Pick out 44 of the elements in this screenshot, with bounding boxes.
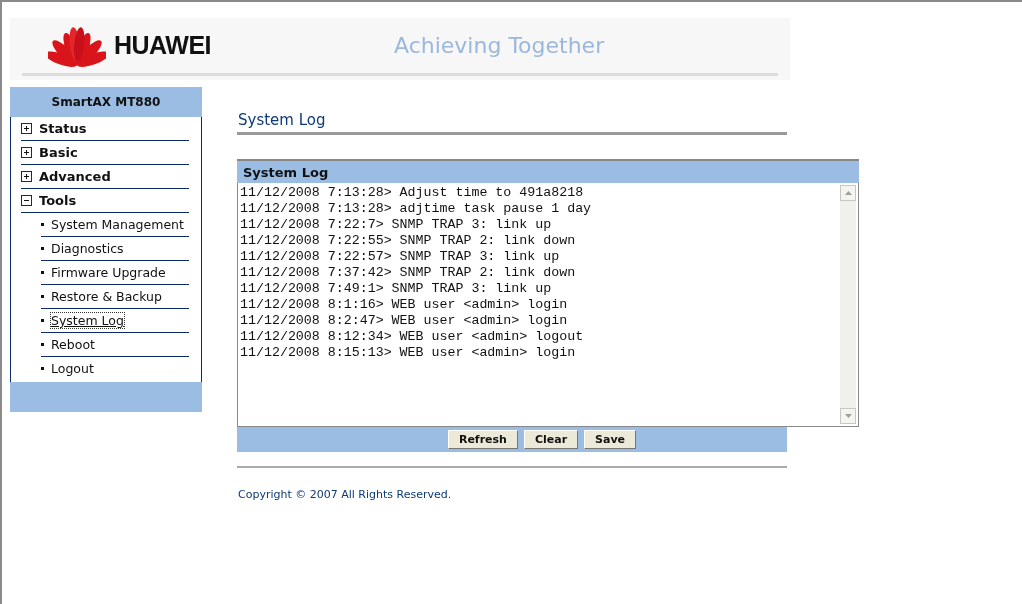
bullet-icon bbox=[41, 343, 44, 346]
nav-group[interactable]: Tools bbox=[39, 193, 77, 208]
log-line: 11/12/2008 8:1:16> WEB user <admin> login bbox=[240, 297, 569, 313]
bullet-icon bbox=[41, 223, 44, 226]
action-button[interactable]: Save bbox=[584, 430, 637, 449]
minus-box-icon[interactable] bbox=[21, 195, 32, 206]
log-line: 11/12/2008 7:13:28> Adjust time to 491a8218 bbox=[240, 185, 585, 201]
nav-item[interactable]: Restore & Backup bbox=[51, 289, 162, 304]
nav-item[interactable]: Diagnostics bbox=[51, 241, 124, 256]
log-line: 11/12/2008 7:22:55> SNMP TRAP 2: link down bbox=[240, 233, 577, 249]
logo-icon bbox=[48, 24, 106, 67]
plus-box-icon[interactable] bbox=[21, 147, 32, 158]
brand-name: HUAWEI bbox=[114, 31, 211, 61]
log-line: 11/12/2008 8:12:34> WEB user <admin> logout bbox=[240, 329, 585, 345]
nav-item[interactable]: Firmware Upgrade bbox=[51, 265, 166, 280]
bullet-icon bbox=[41, 367, 44, 370]
plus-box-icon[interactable] bbox=[21, 171, 32, 182]
bullet-icon bbox=[41, 295, 44, 298]
nav-item[interactable]: Logout bbox=[51, 361, 94, 376]
log-line: 11/12/2008 7:22:57> SNMP TRAP 3: link up bbox=[240, 249, 561, 265]
nav-group[interactable]: Status bbox=[39, 121, 87, 136]
nav-item[interactable]: System Log bbox=[51, 313, 124, 328]
bullet-icon bbox=[41, 271, 44, 274]
log-area[interactable] bbox=[237, 183, 859, 427]
log-line: 11/12/2008 7:13:28> adjtime task pause 1 day bbox=[240, 201, 593, 217]
log-line: 11/12/2008 7:49:1> SNMP TRAP 3: link up bbox=[240, 281, 553, 297]
action-button[interactable]: Clear bbox=[523, 430, 579, 449]
log-line: 11/12/2008 8:15:13> WEB user <admin> login bbox=[240, 345, 577, 361]
slogan: Achieving Together bbox=[394, 33, 605, 59]
sidebar-title: SmartAX MT880 bbox=[10, 87, 202, 117]
nav-group[interactable]: Basic bbox=[39, 145, 78, 160]
nav-item[interactable]: System Management bbox=[51, 217, 184, 232]
copyright: Copyright © 2007 All Rights Reserved. bbox=[237, 488, 453, 501]
page-title: System Log bbox=[237, 111, 327, 129]
panel-header: System Log bbox=[237, 159, 859, 183]
log-line: 11/12/2008 7:22:7> SNMP TRAP 3: link up bbox=[240, 217, 553, 233]
log-line: 11/12/2008 8:2:47> WEB user <admin> login bbox=[240, 313, 569, 329]
bullet-icon bbox=[41, 319, 44, 322]
action-button[interactable]: Refresh bbox=[447, 430, 518, 449]
nav-item[interactable]: Reboot bbox=[51, 337, 95, 352]
bullet-icon bbox=[41, 247, 44, 250]
log-line: 11/12/2008 7:37:42> SNMP TRAP 2: link down bbox=[240, 265, 577, 281]
plus-box-icon[interactable] bbox=[21, 123, 32, 134]
nav-group[interactable]: Advanced bbox=[39, 169, 111, 184]
